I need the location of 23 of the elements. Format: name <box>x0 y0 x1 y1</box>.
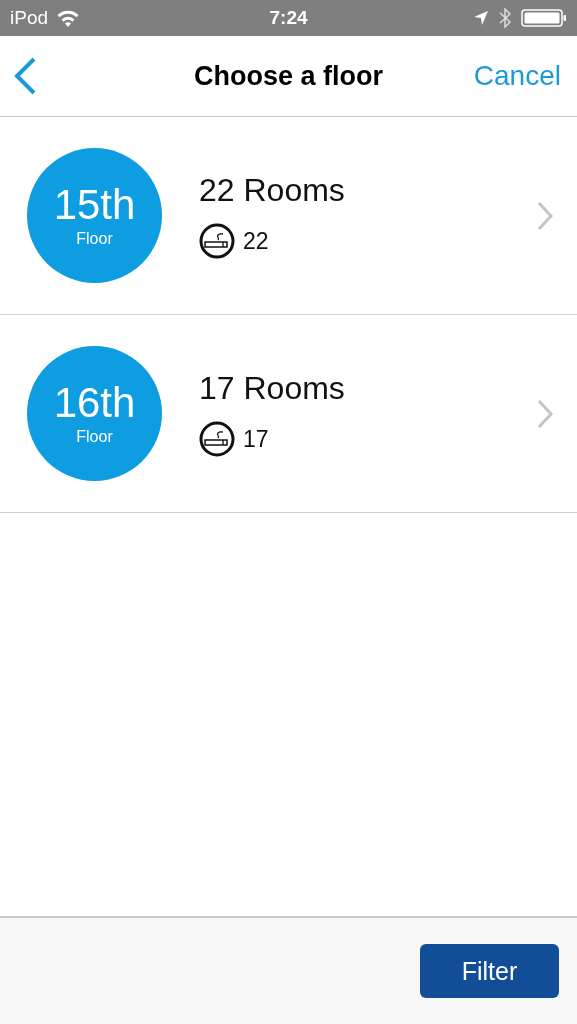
smoking-room-count: 17 <box>243 425 269 453</box>
floor-label: Floor <box>76 229 113 248</box>
back-icon[interactable] <box>12 56 38 96</box>
smoking-room-count: 22 <box>243 227 269 255</box>
floor-label: Floor <box>76 427 113 446</box>
chevron-right-icon <box>537 398 553 429</box>
floor-row[interactable]: 15th Floor 22 Rooms 22 <box>0 117 577 315</box>
filter-button[interactable]: Filter <box>420 944 559 998</box>
wifi-icon <box>56 9 81 27</box>
floor-row[interactable]: 16th Floor 17 Rooms 17 <box>0 315 577 513</box>
floor-number: 15th <box>53 183 136 226</box>
status-time: 7:24 <box>269 7 308 29</box>
cigarette-icon <box>199 223 235 259</box>
room-count: 17 Rooms <box>199 370 346 407</box>
battery-icon <box>521 8 567 28</box>
location-arrow-icon <box>473 10 489 26</box>
floor-number: 16th <box>53 381 136 424</box>
bluetooth-icon <box>499 8 511 28</box>
page-title: Choose a floor <box>194 60 383 92</box>
cigarette-icon <box>199 421 235 457</box>
carrier-name: iPod <box>10 7 49 29</box>
room-count: 22 Rooms <box>199 172 346 209</box>
chevron-right-icon <box>537 200 553 231</box>
